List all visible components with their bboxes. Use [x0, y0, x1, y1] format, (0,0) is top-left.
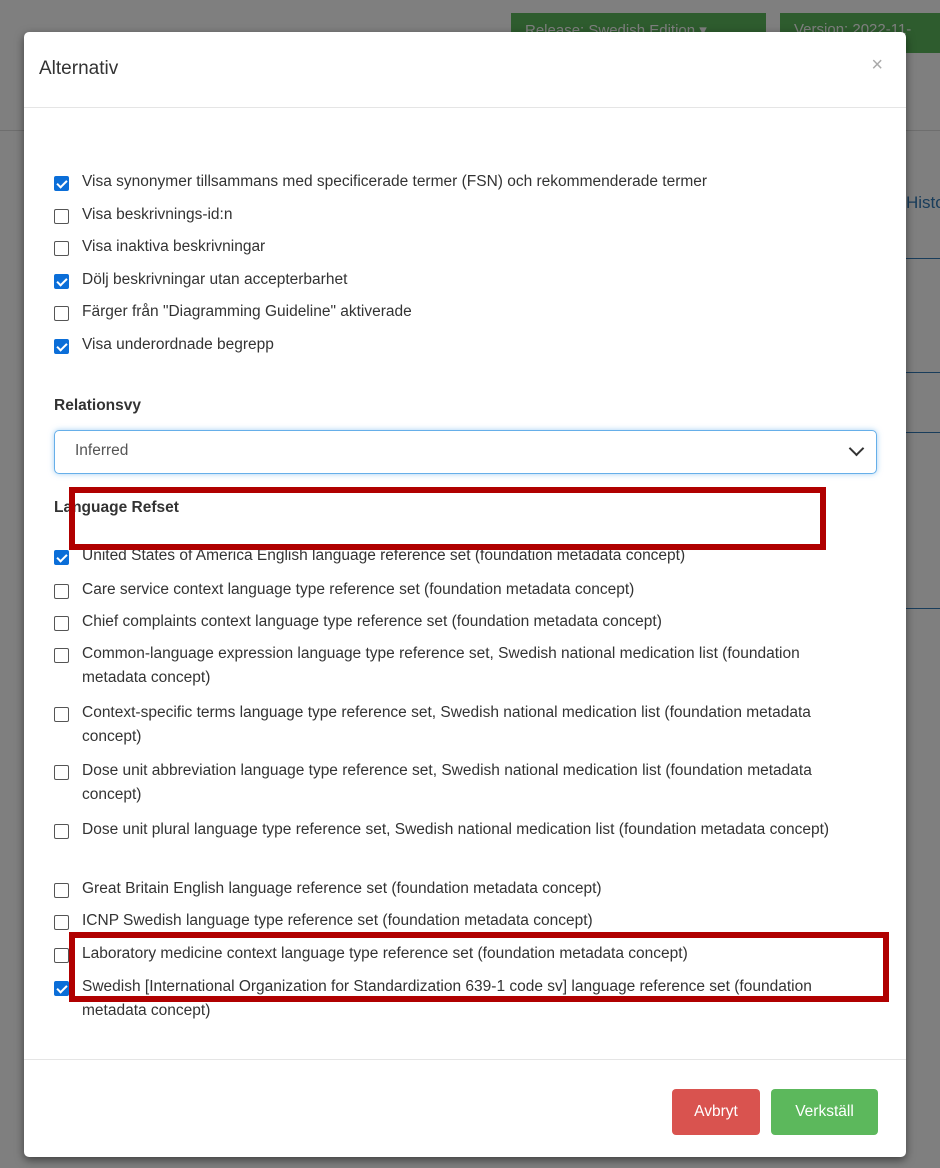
display-option[interactable]: Visa beskrivnings-id:n — [54, 203, 232, 227]
option-label: Common-language expression language type… — [82, 645, 800, 686]
checkbox[interactable] — [54, 306, 69, 321]
language-refset-option[interactable]: Dose unit abbreviation language type ref… — [54, 759, 854, 807]
checkbox[interactable] — [54, 765, 69, 780]
option-label: Great Britain English language reference… — [82, 880, 602, 897]
language-refset-option[interactable]: Common-language expression language type… — [54, 642, 854, 690]
highlight-box-swedish — [69, 932, 889, 1002]
option-label: Dölj beskrivningar utan accepterbarhet — [82, 271, 348, 288]
display-option[interactable]: Färger från "Diagramming Guideline" akti… — [54, 300, 412, 324]
checkbox[interactable] — [54, 824, 69, 839]
checkbox[interactable] — [54, 339, 69, 354]
checkbox[interactable] — [54, 176, 69, 191]
options-modal: Alternativ × Visa synonymer tillsammans … — [24, 32, 906, 1157]
option-label: Visa synonymer tillsammans med specifice… — [82, 173, 708, 190]
chevron-down-icon — [848, 440, 865, 457]
relations-label: Relationsvy — [54, 397, 142, 414]
option-label: Dose unit abbreviation language type ref… — [82, 762, 812, 803]
display-option[interactable]: Visa synonymer tillsammans med specifice… — [54, 170, 707, 194]
checkbox[interactable] — [54, 948, 69, 963]
option-label: ICNP Swedish language type reference set… — [82, 912, 593, 929]
checkbox[interactable] — [54, 584, 69, 599]
option-label: Visa inaktiva beskrivningar — [82, 238, 266, 255]
checkbox[interactable] — [54, 707, 69, 722]
checkbox[interactable] — [54, 981, 69, 996]
language-refset-option[interactable]: Context-specific terms language type ref… — [54, 701, 854, 749]
language-refset-option[interactable]: Care service context language type refer… — [54, 578, 854, 602]
modal-footer-divider — [24, 1059, 906, 1060]
option-label: Färger från "Diagramming Guideline" akti… — [82, 303, 412, 320]
option-label: Context-specific terms language type ref… — [82, 704, 811, 745]
option-label: Dose unit plural language type reference… — [82, 821, 830, 838]
checkbox[interactable] — [54, 616, 69, 631]
option-label: Care service context language type refer… — [82, 581, 635, 598]
highlight-box-us-english — [69, 487, 826, 550]
language-refset-option[interactable]: Great Britain English language reference… — [54, 877, 854, 901]
checkbox[interactable] — [54, 241, 69, 256]
checkbox[interactable] — [54, 915, 69, 930]
option-label: Visa beskrivnings-id:n — [82, 206, 233, 223]
modal-header: Alternativ × — [24, 32, 906, 108]
cancel-button[interactable]: Avbryt — [672, 1089, 760, 1135]
checkbox[interactable] — [54, 209, 69, 224]
option-label: Visa underordnade begrepp — [82, 336, 274, 353]
relations-select[interactable]: Inferred — [54, 430, 877, 474]
display-option[interactable]: Visa inaktiva beskrivningar — [54, 235, 265, 259]
checkbox[interactable] — [54, 550, 69, 565]
display-option[interactable]: Dölj beskrivningar utan accepterbarhet — [54, 268, 347, 292]
option-label: Chief complaints context language type r… — [82, 613, 662, 630]
display-option[interactable]: Visa underordnade begrepp — [54, 333, 274, 357]
modal-title: Alternativ — [39, 58, 119, 79]
checkbox[interactable] — [54, 648, 69, 663]
language-refset-option[interactable]: Chief complaints context language type r… — [54, 610, 854, 634]
language-refset-option[interactable]: ICNP Swedish language type reference set… — [54, 909, 854, 933]
relations-select-value: Inferred — [75, 442, 129, 459]
apply-button[interactable]: Verkställ — [771, 1089, 878, 1135]
language-refset-option[interactable]: Dose unit plural language type reference… — [54, 818, 854, 842]
checkbox[interactable] — [54, 274, 69, 289]
checkbox[interactable] — [54, 883, 69, 898]
close-icon[interactable]: × — [871, 54, 883, 77]
